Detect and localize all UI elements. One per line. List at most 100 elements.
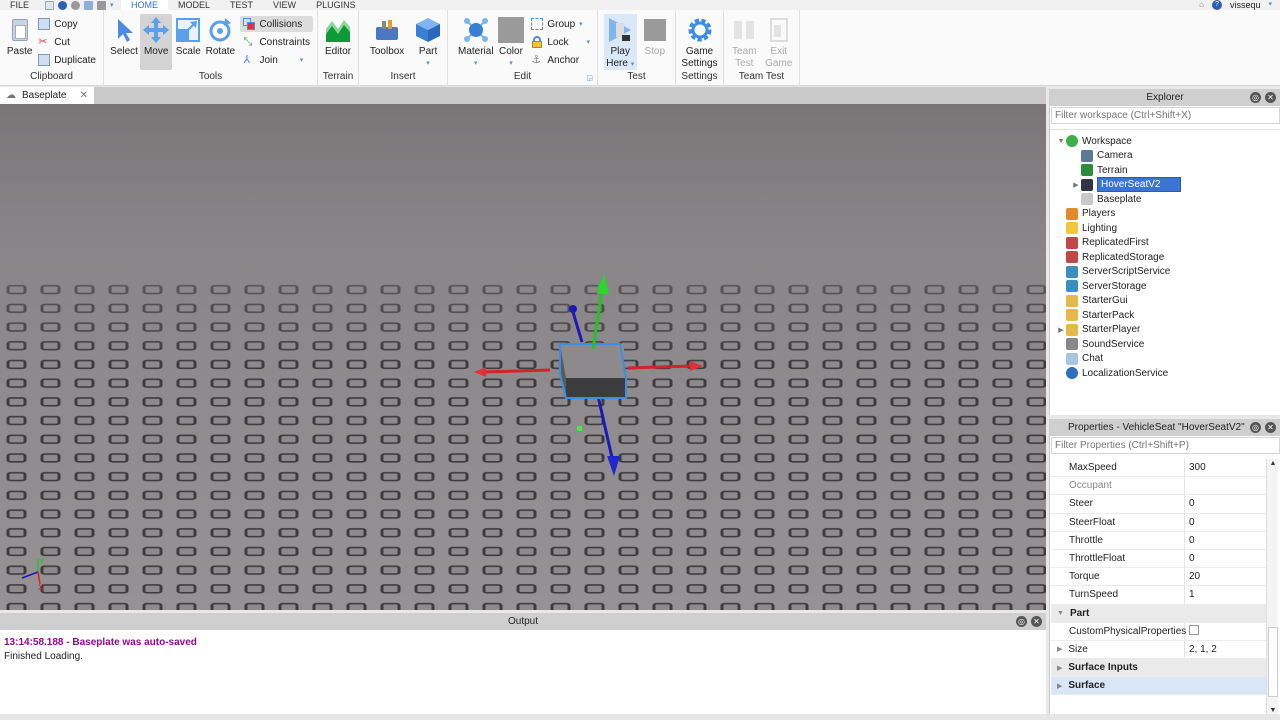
material-button[interactable]: Material ▾: [458, 14, 494, 70]
collapsed-arrow-icon[interactable]: ▶: [1057, 645, 1062, 653]
property-row-turnspeed[interactable]: TurnSpeed 1: [1051, 586, 1267, 605]
group-button[interactable]: Group ▾: [528, 16, 593, 32]
explorer-item-replicatedstorage[interactable]: ReplicatedStorage: [1050, 250, 1280, 265]
menu-home[interactable]: HOME: [121, 0, 169, 10]
document-tab-baseplate[interactable]: ☁ Baseplate ✕: [0, 87, 94, 104]
property-row-occupant[interactable]: Occupant: [1051, 477, 1267, 496]
join-dropdown-icon[interactable]: ▾: [300, 56, 304, 64]
property-value[interactable]: 20: [1185, 571, 1200, 582]
scale-tool-button[interactable]: Scale: [172, 14, 204, 70]
part-top-face[interactable]: [560, 344, 624, 378]
property-row-torque[interactable]: Torque 20: [1051, 568, 1267, 587]
collapse-ribbon-icon[interactable]: ⌂: [1199, 0, 1204, 10]
gizmo-x-axis-right[interactable]: [627, 364, 693, 370]
close-panel-icon[interactable]: ✕: [1265, 92, 1276, 103]
terrain-editor-button[interactable]: Editor: [322, 14, 354, 70]
explorer-item-serverscriptservice[interactable]: ServerScriptService: [1050, 265, 1280, 280]
property-value[interactable]: 0: [1185, 553, 1195, 564]
property-row-throttle[interactable]: Throttle 0: [1051, 531, 1267, 550]
move-tool-button[interactable]: Move: [140, 14, 173, 70]
3d-viewport[interactable]: Y X: [0, 104, 1046, 610]
username[interactable]: vissequ: [1230, 0, 1261, 10]
menu-model[interactable]: MODEL: [168, 0, 220, 10]
material-dropdown-icon[interactable]: ▾: [474, 58, 478, 70]
rotate-tool-button[interactable]: Rotate: [204, 14, 236, 70]
undo-icon[interactable]: [58, 0, 68, 10]
help-icon[interactable]: ?: [1211, 0, 1222, 10]
property-checkbox[interactable]: [1189, 624, 1199, 635]
scroll-up-icon[interactable]: ▲: [1267, 460, 1279, 467]
lock-button[interactable]: Lock ▾: [528, 34, 593, 50]
explorer-item-replicatedfirst[interactable]: ReplicatedFirst: [1050, 236, 1280, 251]
play-dropdown-icon[interactable]: ▾: [631, 61, 635, 68]
property-value[interactable]: 300: [1185, 462, 1206, 473]
property-value[interactable]: 2, 1, 2: [1185, 644, 1217, 655]
play-here-button[interactable]: Play Here ▾: [604, 14, 637, 70]
duplicate-button[interactable]: Duplicate: [35, 52, 99, 68]
property-row-maxspeed[interactable]: MaxSpeed 300: [1051, 459, 1267, 478]
collisions-toggle[interactable]: Collisions: [240, 16, 314, 32]
collapsed-arrow-icon[interactable]: ▶: [1056, 326, 1066, 334]
stop-icon[interactable]: [97, 0, 107, 10]
collapsed-arrow-icon[interactable]: ▶: [1057, 664, 1062, 672]
cut-button[interactable]: ✂ Cut: [35, 34, 99, 50]
properties-filter-input[interactable]: [1051, 437, 1280, 454]
copy-button[interactable]: Copy: [35, 16, 99, 32]
menu-plugins[interactable]: PLUGINS: [306, 0, 366, 10]
stop-button[interactable]: Stop: [639, 14, 672, 70]
property-row-customphysicalproperties[interactable]: CustomPhysicalProperties: [1051, 622, 1267, 641]
publish-icon[interactable]: [84, 0, 94, 10]
undock-icon[interactable]: ◎: [1250, 92, 1261, 103]
scroll-down-icon[interactable]: ▼: [1267, 707, 1279, 714]
explorer-item-workspace[interactable]: ▼ Workspace: [1050, 134, 1280, 149]
team-test-button[interactable]: Team Test: [728, 14, 761, 70]
close-panel-icon[interactable]: ✕: [1265, 422, 1276, 433]
gizmo-y-handle[interactable]: [598, 283, 606, 291]
property-category-surface-inputs[interactable]: ▶ Surface Inputs: [1051, 659, 1267, 678]
anchor-button[interactable]: ⚓ Anchor: [528, 52, 593, 68]
scrollbar-thumb[interactable]: [1268, 627, 1278, 697]
explorer-item-startergui[interactable]: StarterGui: [1050, 294, 1280, 309]
explorer-item-serverstorage[interactable]: ServerStorage: [1050, 279, 1280, 294]
properties-scrollbar[interactable]: ▲ ▼: [1266, 459, 1278, 715]
property-value[interactable]: 0: [1185, 517, 1195, 528]
property-value[interactable]: 0: [1185, 498, 1195, 509]
collapsed-arrow-icon[interactable]: ▶: [1071, 181, 1081, 189]
property-category-part[interactable]: ▼ Part: [1051, 604, 1267, 623]
color-button[interactable]: Color ▾: [497, 14, 525, 70]
gizmo-x-axis-left[interactable]: [483, 368, 551, 374]
undock-icon[interactable]: ◎: [1016, 616, 1027, 627]
new-file-icon[interactable]: [45, 0, 55, 10]
part-dropdown-icon[interactable]: ▾: [426, 58, 430, 70]
close-tab-icon[interactable]: ✕: [80, 90, 88, 101]
property-row-steer[interactable]: Steer 0: [1051, 495, 1267, 514]
game-settings-button[interactable]: Game Settings: [680, 14, 719, 70]
menu-test[interactable]: TEST: [220, 0, 263, 10]
property-category-surface[interactable]: ▶ Surface: [1051, 677, 1267, 696]
property-row-throttlefloat[interactable]: ThrottleFloat 0: [1051, 549, 1267, 569]
explorer-item-chat[interactable]: Chat: [1050, 352, 1280, 367]
menu-view[interactable]: VIEW: [263, 0, 306, 10]
undock-icon[interactable]: ◎: [1250, 422, 1261, 433]
paste-button[interactable]: Paste: [4, 14, 35, 70]
redo-icon[interactable]: [71, 0, 81, 10]
expanded-arrow-icon[interactable]: ▼: [1056, 138, 1066, 145]
user-dropdown-icon[interactable]: ▾: [1268, 0, 1272, 10]
exit-game-button[interactable]: Exit Game: [763, 14, 796, 70]
lock-dropdown-icon[interactable]: ▾: [586, 38, 590, 46]
explorer-item-localizationservice[interactable]: LocalizationService: [1050, 366, 1280, 381]
explorer-item-starterplayer[interactable]: ▶ StarterPlayer: [1050, 323, 1280, 338]
gizmo-z-handle-back[interactable]: [569, 305, 577, 313]
explorer-item-starterpack[interactable]: StarterPack: [1050, 308, 1280, 323]
explorer-item-hoverseatv2[interactable]: ▶ HoverSeatV2: [1050, 177, 1280, 193]
menu-file[interactable]: FILE: [0, 0, 39, 10]
explorer-filter-input[interactable]: [1051, 107, 1280, 124]
property-row-size[interactable]: ▶ Size 2, 1, 2: [1051, 640, 1267, 660]
explorer-item-soundservice[interactable]: SoundService: [1050, 337, 1280, 352]
join-button[interactable]: ⅄ Join ▾: [240, 52, 313, 68]
explorer-item-players[interactable]: Players: [1050, 207, 1280, 222]
explorer-item-terrain[interactable]: Terrain: [1050, 163, 1280, 178]
explorer-item-lighting[interactable]: Lighting: [1050, 221, 1280, 236]
explorer-item-camera[interactable]: Camera: [1050, 149, 1280, 164]
toolbox-button[interactable]: Toolbox: [369, 14, 405, 70]
